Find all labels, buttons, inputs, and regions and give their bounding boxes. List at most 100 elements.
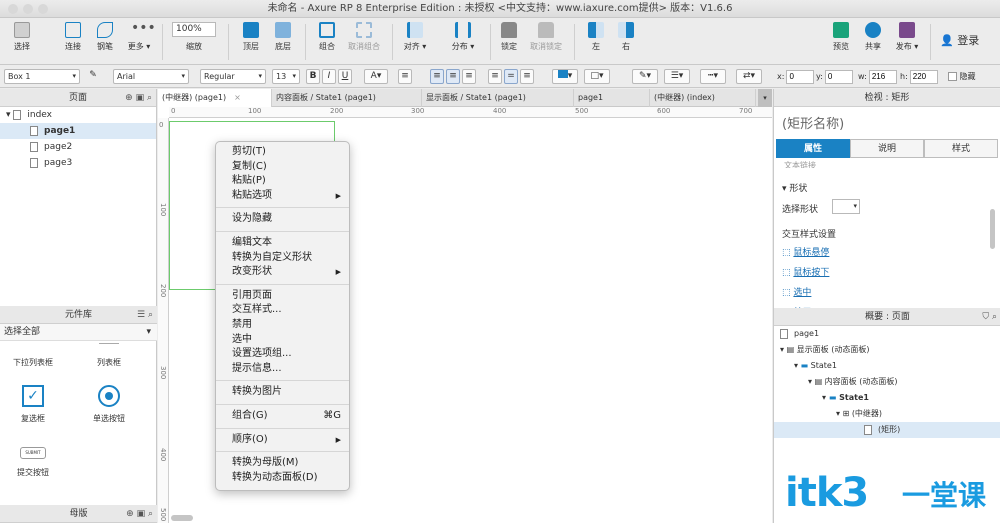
select-tool[interactable]: 选择 [6, 22, 38, 52]
widget-droplist[interactable]: 下拉列表框 [8, 343, 58, 368]
outline-item-repeater[interactable]: ▾ ⊞ (中继器) [836, 406, 882, 422]
h-field[interactable]: h: [900, 69, 938, 84]
outline-item-state1[interactable]: ▾ ▬ State1 [794, 358, 837, 374]
line-style-button[interactable]: ┅▾ [700, 69, 726, 84]
login-button[interactable]: 👤 登录 [940, 32, 979, 48]
close-window-button[interactable] [8, 4, 18, 14]
page-item-page2[interactable]: page2 [0, 139, 156, 155]
italic-button[interactable]: I [322, 69, 336, 84]
align-center-button[interactable]: ≡ [446, 69, 460, 84]
group-button[interactable]: 组合 [314, 22, 340, 52]
left-button[interactable]: 左 [584, 22, 608, 52]
search-icon[interactable]: ⌕ [148, 310, 153, 320]
library-select[interactable]: 选择全部 ▾ [0, 324, 157, 341]
y-field[interactable]: y: [816, 69, 853, 84]
arrow-style-button[interactable]: ⇄▾ [736, 69, 762, 84]
add-master-icon[interactable]: ⊕ [126, 509, 134, 519]
bold-button[interactable]: B [306, 69, 320, 84]
fill-color-button[interactable]: ▾ [552, 69, 578, 84]
tab-style[interactable]: 样式 [924, 139, 998, 158]
add-folder-icon[interactable]: ▣ [137, 509, 146, 519]
widget-style-icon[interactable]: ✎ [86, 69, 100, 84]
context-menu-item[interactable]: 改变形状 ▶ [216, 265, 349, 280]
mouse-over-link[interactable]: ⬚ 鼠标悬停 [782, 243, 829, 263]
context-menu-item[interactable]: 复制(C) [216, 160, 349, 175]
hide-checkbox[interactable]: 隐藏 [948, 69, 976, 84]
tab-page1[interactable]: page1 [574, 89, 650, 107]
tab-repeater-index[interactable]: (中继器) (index) [650, 89, 756, 107]
tab-repeater-page1[interactable]: (中继器) (page1) × [158, 89, 272, 107]
tab-properties[interactable]: 属性 [776, 139, 850, 158]
connect-tool[interactable]: 连接 [60, 22, 86, 52]
outline-item-page1[interactable]: page1 [780, 326, 819, 342]
context-menu-item[interactable]: 顺序(O) ▶ [216, 433, 349, 448]
close-icon[interactable]: × [234, 93, 241, 102]
underline-button[interactable]: U [338, 69, 352, 84]
tabs-overflow-button[interactable]: ▾ [758, 89, 772, 107]
inspector-scrollbar[interactable] [990, 209, 995, 249]
valign-top-button[interactable]: ≡ [488, 69, 502, 84]
context-menu-item[interactable]: 剪切(T) [216, 145, 349, 160]
right-button[interactable]: 右 [614, 22, 638, 52]
line-width-button[interactable]: ☰▾ [664, 69, 690, 84]
font-size-select[interactable]: 13 ▾ [272, 69, 300, 84]
context-menu-item[interactable]: 转换为自定义形状 [216, 251, 349, 266]
x-field[interactable]: x: [777, 69, 815, 84]
shape-section-title[interactable]: ▾ 形状 [782, 181, 807, 194]
ungroup-button[interactable]: 取消组合 [344, 22, 384, 52]
widget-name-select[interactable]: Box 1 ▾ [4, 69, 80, 84]
context-menu-item[interactable]: 交互样式... [216, 303, 349, 318]
pen-tool[interactable]: 钢笔 [92, 22, 118, 52]
widget-radio[interactable]: 单选按钮 [84, 385, 134, 424]
w-input[interactable] [868, 69, 897, 84]
h-input[interactable] [909, 69, 938, 84]
align-left-button[interactable]: ≡ [430, 69, 444, 84]
preview-button[interactable]: 预览 [828, 22, 854, 52]
outline-item-rectangle[interactable]: (矩形) [774, 422, 1000, 438]
context-menu-item[interactable]: 编辑文本 [216, 236, 349, 251]
x-input[interactable] [786, 69, 815, 84]
zoom-control[interactable]: 100% 缩放 [172, 22, 216, 52]
align-right-button[interactable]: ≡ [462, 69, 476, 84]
publish-button[interactable]: 发布 ▾ [892, 22, 922, 52]
search-icon[interactable]: ⌕ [992, 312, 997, 322]
align-button[interactable]: 对齐 ▾ [400, 22, 430, 52]
page-item-page3[interactable]: page3 [0, 155, 156, 171]
add-page-icon[interactable]: ⊕ [125, 93, 133, 103]
outline-item-show-panel[interactable]: ▾ ▤ 显示面板 (动态面板) [780, 342, 869, 358]
context-menu-item[interactable]: 引用页面 [216, 289, 349, 304]
font-color-button[interactable]: A▾ [364, 69, 388, 84]
y-input[interactable] [824, 69, 853, 84]
unlock-button[interactable]: 取消锁定 [526, 22, 566, 52]
tab-content-panel[interactable]: 内容面板 / State1 (page1) [272, 89, 422, 107]
context-menu-item[interactable]: 设置选项组... [216, 347, 349, 362]
font-family-select[interactable]: Arial ▾ [113, 69, 189, 84]
tab-notes[interactable]: 说明 [850, 139, 924, 158]
context-menu-item[interactable]: 转换为动态面板(D) [216, 471, 349, 486]
distribute-button[interactable]: 分布 ▾ [448, 22, 478, 52]
zoom-window-button[interactable] [38, 4, 48, 14]
widget-listbox[interactable]: 列表框 [84, 343, 134, 368]
menu-icon[interactable]: ☰ [137, 310, 145, 320]
add-folder-icon[interactable]: ▣ [136, 93, 145, 103]
tab-show-panel[interactable]: 显示面板 / State1 (page1) [422, 89, 574, 107]
horizontal-scrollbar[interactable] [171, 515, 193, 521]
w-field[interactable]: w: [858, 69, 897, 84]
page-item-page1[interactable]: page1 [0, 123, 156, 139]
outline-item-content-panel[interactable]: ▾ ▤ 内容面板 (动态面板) [808, 374, 897, 390]
context-menu-item[interactable]: 粘贴选项 ▶ [216, 189, 349, 204]
context-menu-item[interactable]: 提示信息... [216, 362, 349, 377]
context-menu-item[interactable]: 组合(G) ⌘G [216, 409, 349, 424]
more-tools-button[interactable]: ••• 更多 ▾ [124, 21, 156, 52]
valign-bottom-button[interactable]: ≡ [520, 69, 534, 84]
search-icon[interactable]: ⌕ [147, 93, 152, 103]
select-shape-dropdown[interactable]: ▾ [832, 199, 860, 214]
minimize-window-button[interactable] [23, 4, 33, 14]
filter-icon[interactable]: ⛉ [982, 312, 989, 322]
shadow-button[interactable]: □▾ [584, 69, 610, 84]
widget-checkbox[interactable]: ✓ 复选框 [8, 385, 58, 424]
lock-button[interactable]: 锁定 [496, 22, 522, 52]
context-menu-item[interactable]: 转换为母版(M) [216, 456, 349, 471]
mouse-down-link[interactable]: ⬚ 鼠标按下 [782, 263, 829, 283]
send-to-bottom-button[interactable]: 底层 [270, 22, 296, 52]
